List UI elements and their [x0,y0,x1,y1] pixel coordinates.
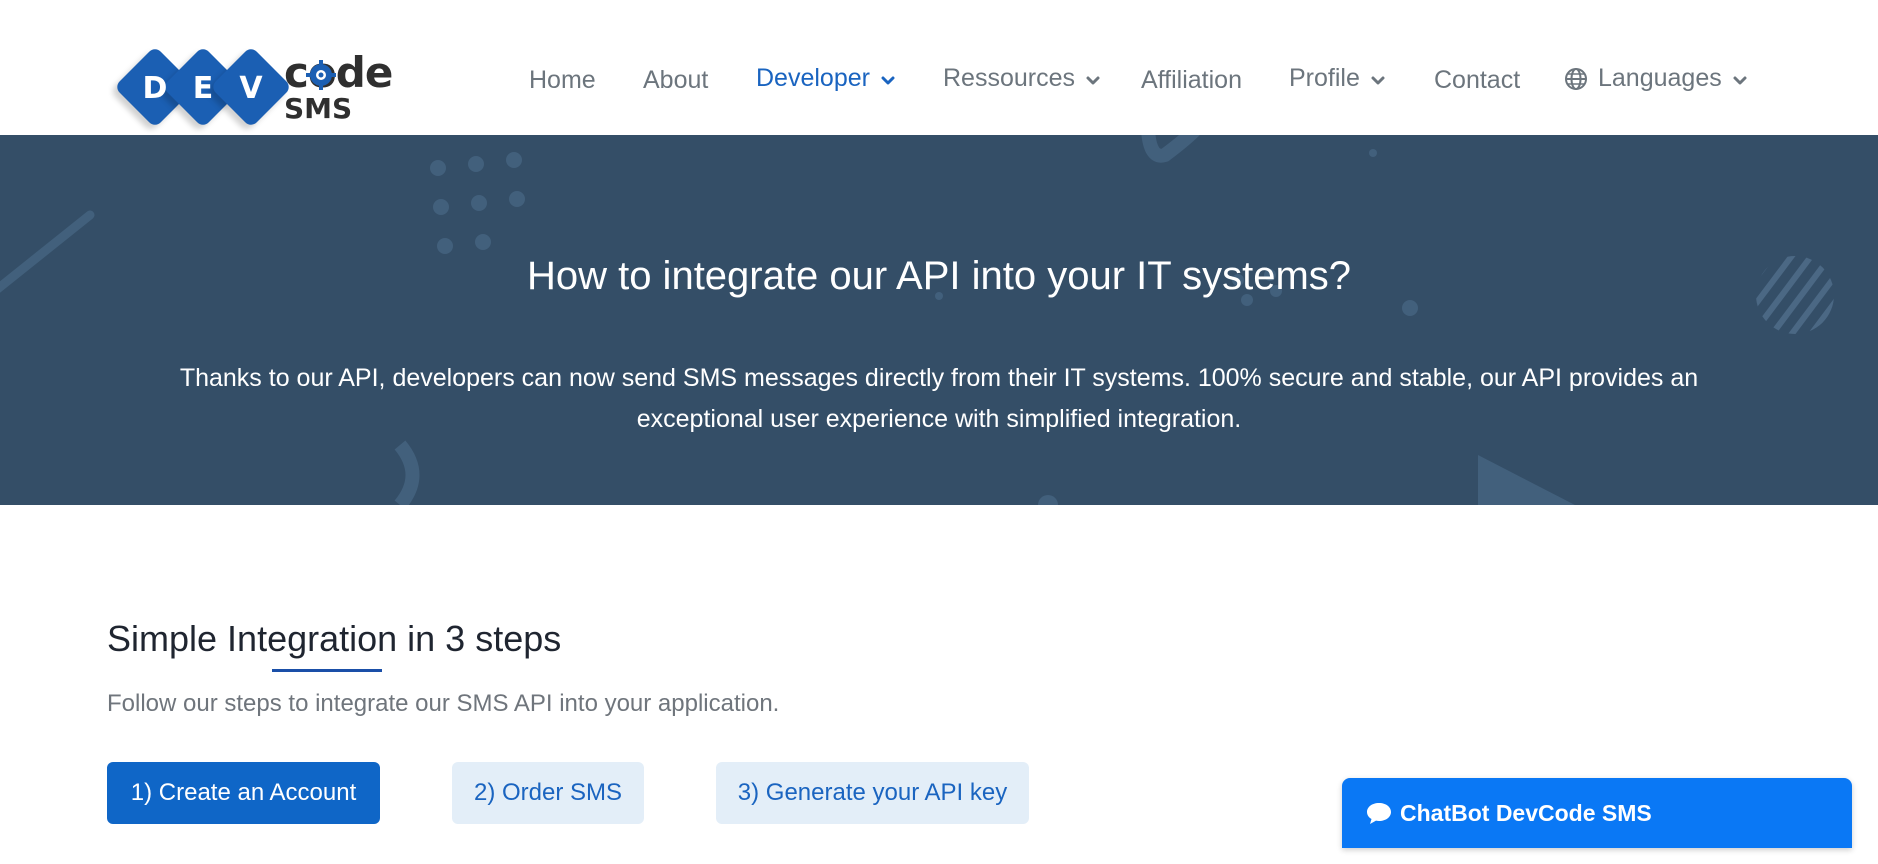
chevron-down-icon [1371,76,1385,84]
nav-profile[interactable]: Profile [1289,64,1386,93]
nav-profile-label: Profile [1289,64,1360,92]
nav-developer-label: Developer [756,64,870,92]
chevron-down-icon [881,76,895,84]
section-subtitle: Follow our steps to integrate our SMS AP… [107,690,780,717]
nav-about[interactable]: About [643,66,708,95]
nav-languages-label: Languages [1598,64,1722,92]
logo-word-code: code [284,48,393,97]
logo-word-sms: SMS [284,92,353,125]
chat-bubble-icon [1367,803,1391,824]
chevron-down-icon [1086,76,1100,84]
step-create-account-button[interactable]: 1) Create an Account [107,762,380,824]
step-generate-api-key-button[interactable]: 3) Generate your API key [716,762,1029,824]
nav-contact[interactable]: Contact [1434,66,1520,95]
nav-affiliation-label: Affiliation [1141,66,1242,94]
devcode-sms-logo[interactable]: D E V code SMS [113,45,393,134]
logo-letter-v: V [239,71,263,106]
chatbot-launcher[interactable]: ChatBot DevCode SMS [1342,778,1852,848]
nav-ressources-label: Ressources [943,64,1075,92]
step-order-sms-button[interactable]: 2) Order SMS [452,762,644,824]
nav-developer[interactable]: Developer [756,64,896,93]
hero-decoration [0,135,1834,505]
chevron-down-icon [1733,76,1747,84]
nav-languages[interactable]: Languages [1564,64,1748,93]
title-underline [272,669,382,672]
nav-home-label: Home [529,66,596,94]
nav-affiliation[interactable]: Affiliation [1141,66,1242,95]
hero-title: How to integrate our API into your IT sy… [526,253,1352,298]
hero-banner: How to integrate our API into your IT sy… [0,135,1878,505]
hero-description: Thanks to our API, developers can now se… [179,364,1699,433]
chatbot-label: ChatBot DevCode SMS [1400,799,1652,826]
nav-contact-label: Contact [1434,66,1521,94]
logo-gear-icon [306,60,336,90]
nav-about-label: About [643,66,709,94]
site-header: D E V code SMS Home About Developer Ress… [0,0,1878,135]
globe-icon [1565,67,1587,90]
nav-ressources[interactable]: Ressources [943,64,1101,93]
nav-home[interactable]: Home [529,66,596,95]
section-title: Simple Integration in 3 steps [107,618,562,659]
